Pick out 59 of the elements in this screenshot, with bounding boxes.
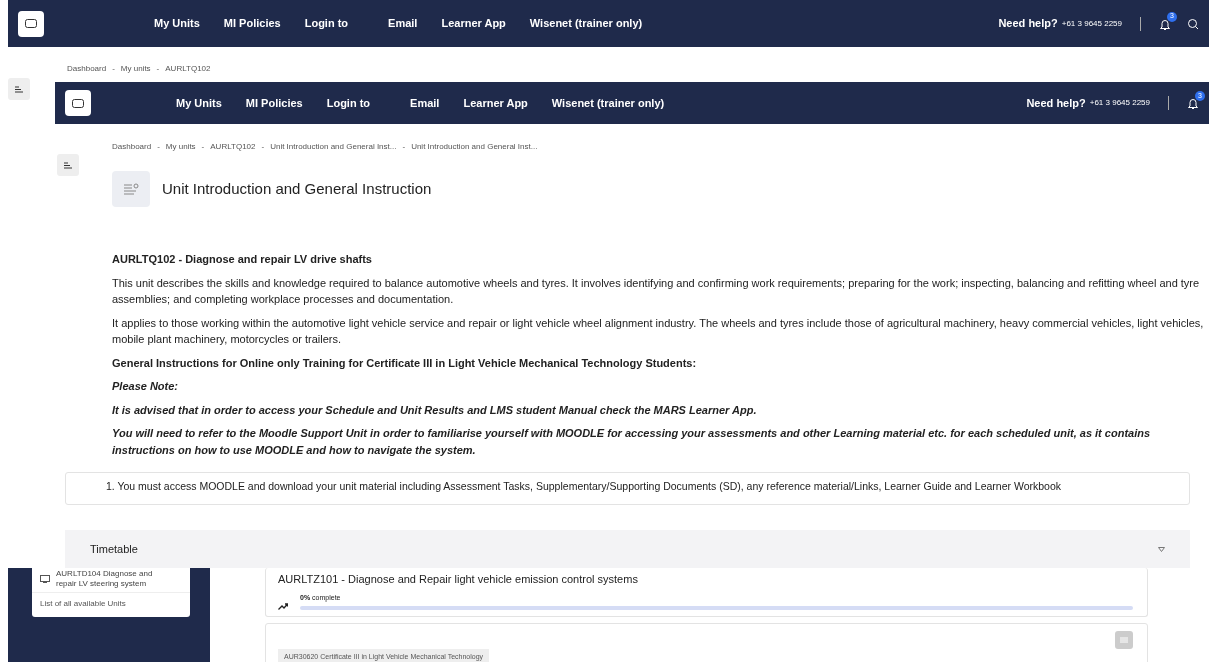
nav-link[interactable]: Learner App [463,94,528,112]
nav-link[interactable]: My Units [176,94,222,112]
breadcrumb-separator: - [156,63,160,75]
menu-icon [64,161,72,169]
breadcrumb-link[interactable]: Unit Introduction and General Inst... [270,141,397,153]
panel-icon [72,98,84,108]
timetable-label: Timetable [90,541,138,557]
breadcrumb-link[interactable]: My units [120,63,151,75]
breadcrumb-separator: - [402,141,406,153]
monitor-icon [40,574,50,583]
breadcrumb-separator: - [112,63,115,75]
caret-icon [1158,546,1165,552]
nav-link[interactable]: My Units [154,15,200,32]
breadcrumb-link[interactable]: Dashboard [67,63,107,75]
page-title: Unit Introduction and General Instruction [162,178,432,199]
breadcrumb-link[interactable]: Dashboard [112,141,152,153]
bell-icon [1187,97,1199,109]
sidebar-toggle-button[interactable] [65,90,91,116]
paragraph: It applies to those working within the automotive light vehicle service and repair or light vehicle wheel alignment industry. The wheels and tyres include those of agricultural machinery, heavy commercial vehicles, light vehicles, mobile plant machinery, motorcycles or trailers. [112,315,1205,347]
all-units-link[interactable]: List of all available Units [32,593,190,618]
help-label: Need help? [1026,95,1086,111]
note-text: You will need to refer to the Moodle Support Unit in order to familiarise yourself with MOODLE for accessing your assessments and other Learning material etc. for each scheduled unit, as it contains instructions on how to use MOODLE and how to navigate the system. [112,426,1152,458]
sidebar-toggle-button[interactable] [18,10,44,37]
breadcrumb-separator: - [201,141,205,153]
list-icon [123,183,139,195]
timetable-bar[interactable]: Timetable [65,530,1190,568]
nav-link[interactable]: MI Policies [223,15,281,32]
nav-link[interactable]: Wisenet (trainer only) [529,15,643,32]
phone-number: +61 3 9645 2259 [1061,17,1122,30]
course-title[interactable]: AURLTZ101 - Diagnose and Repair light vehicle emission control systems [278,571,1133,588]
nav-link[interactable]: Login to [304,15,349,32]
help-label: Need help? [998,16,1058,32]
nav-link[interactable]: Learner App [441,15,506,32]
trend-icon [278,603,288,610]
nav-link[interactable]: Login to [326,94,371,112]
breadcrumb-link[interactable]: AURLTQ102 [210,141,256,153]
nav-link[interactable]: Email [388,15,418,32]
section-heading: General Instructions for Online only Training for Certificate III in Light Vehicle Mechanical Technology Students: [112,355,698,371]
unit-link[interactable]: AURLTD104 Diagnose and repair LV steering system [56,569,166,589]
lines-icon [1120,637,1128,643]
breadcrumb-link[interactable]: My units [165,141,196,153]
instruction-text: 1. You must access MOODLE and download your unit material including Assessment Tasks, Supplementary/Supporting Documents (SD), any reference material/Links, Learner Guide and Learner Workbook [106,479,1063,494]
menu-icon [15,85,23,93]
nav-link[interactable]: Wisenet (trainer only) [551,94,665,112]
panel-icon [25,19,37,28]
nav-link[interactable]: MI Policies [245,94,303,112]
nav-link[interactable]: Email [410,94,440,112]
breadcrumb-separator: - [261,141,265,153]
bell-icon [1159,17,1171,30]
phone-number: +61 3 9645 2259 [1089,97,1150,109]
breadcrumb-link[interactable]: AURLTQ102 [165,63,211,75]
sidebar-menu-button[interactable] [57,154,79,176]
breadcrumb-link[interactable]: Unit Introduction and General Inst... [411,141,538,153]
paragraph: This unit describes the skills and knowledge required to balance automotive wheels and tyres. It involves identifying and confirming work requirements; preparing for the work; inspecting, balancing and refitting wheel and tyre assemblies; and completing workplace processes and documentation. [112,275,1201,307]
note-text: It is advised that in order to access your Schedule and Unit Results and LMS student Manual check the MARS Learner App. [112,402,758,418]
note-text: Please Note: [112,379,180,394]
section-heading: AURLTQ102 - Diagnose and repair LV drive shafts [112,252,373,267]
breadcrumb-separator: - [157,141,160,153]
sidebar-menu-button[interactable] [8,78,30,100]
